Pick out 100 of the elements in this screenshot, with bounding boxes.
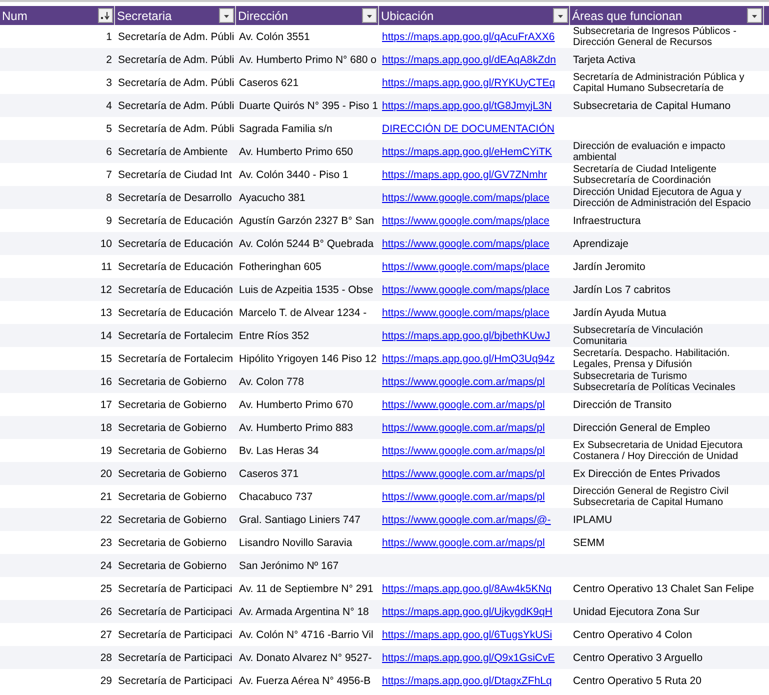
- map-link[interactable]: https://www.google.com.ar/maps/pl: [382, 444, 545, 456]
- map-link[interactable]: https://maps.app.goo.gl/qAcuFrAXX6: [382, 30, 555, 42]
- map-link[interactable]: https://maps.app.goo.gl/eHemCYiTK: [382, 146, 552, 158]
- row-number: 29: [100, 674, 112, 686]
- table-cell: Secretaria de Gobierno: [118, 422, 227, 434]
- row-number: 5: [106, 122, 112, 134]
- table-cell: Av. Humberto Primo 670: [239, 398, 353, 410]
- map-link[interactable]: https://maps.app.goo.gl/Q9x1GsiCvE: [382, 652, 555, 664]
- map-link[interactable]: DIRECCIÓN DE DOCUMENTACIÓN: [382, 122, 554, 134]
- row-number: 21: [100, 490, 112, 502]
- row-number: 20: [100, 468, 112, 480]
- table-cell: Jardín Los 7 cabritos: [573, 284, 670, 296]
- map-link[interactable]: https://maps.app.goo.gl/HmQ3Uq94z: [382, 352, 555, 364]
- map-link[interactable]: https://www.google.com.ar/maps/@-: [382, 514, 551, 526]
- sort-filter-button[interactable]: [98, 8, 113, 23]
- filter-button[interactable]: [747, 8, 762, 23]
- row-number: 28: [100, 652, 112, 664]
- map-link[interactable]: https://www.google.com/maps/place: [382, 260, 550, 272]
- row-number: 6: [106, 146, 112, 158]
- map-link[interactable]: https://maps.app.goo.gl/dEAqA8kZdn: [382, 54, 556, 66]
- table-cell: Secretaria de Gobierno: [118, 376, 227, 388]
- table-cell: Secretaría de Ciudad Int: [118, 168, 232, 180]
- map-link[interactable]: https://www.google.com.ar/maps/pl: [382, 398, 545, 410]
- map-link[interactable]: https://www.google.com/maps/place: [382, 192, 550, 204]
- table-cell: Secretaría de Educación: [118, 306, 233, 318]
- table-cell: Jardín Jeromito: [573, 260, 646, 272]
- table-cell: Av. Colón 5244 B° Quebrada: [239, 238, 374, 250]
- table-cell: Secretaria de Gobierno: [118, 536, 227, 548]
- row-number: 17: [100, 398, 112, 410]
- table-cell: SEMM: [573, 536, 604, 548]
- table-cell: Dirección de Transito: [573, 398, 672, 410]
- table-cell: Av. Colón N° 4716 -Barrio Vil: [239, 628, 374, 640]
- table-cell: Secretaria de Gobierno: [118, 444, 227, 456]
- row-number: 8: [106, 192, 112, 204]
- row-number: 12: [100, 284, 112, 296]
- table-cell: Sagrada Familia s/n: [239, 122, 332, 134]
- table-cell: Lisandro Novillo Saravia: [239, 536, 352, 548]
- table-cell: Secretaría de Ambiente: [118, 146, 228, 158]
- table-cell: Unidad Ejecutora Zona Sur: [573, 606, 700, 618]
- row-number: 1: [106, 30, 112, 42]
- table-cell: Chacabuco 737: [239, 490, 313, 502]
- table-cell: Secretaría de Administración Pública y Capital Humano Subsecretaría de: [573, 72, 744, 94]
- table-cell: Secretaría de Desarrollo: [118, 192, 232, 204]
- table-cell: Secretaría de Educación: [118, 238, 233, 250]
- table-cell: Secretaría de Fortalecim: [118, 352, 233, 364]
- row-number: 7: [106, 168, 112, 180]
- map-link[interactable]: https://www.google.com.ar/maps/pl: [382, 376, 545, 388]
- table-cell: Secretaría de Educación: [118, 214, 233, 226]
- table-cell: Av. Humberto Primo 650: [239, 146, 353, 158]
- table-cell: Secretaría de Participaci: [118, 652, 232, 664]
- map-link[interactable]: https://www.google.com.ar/maps/pl: [382, 422, 545, 434]
- map-link[interactable]: https://www.google.com.ar/maps/pl: [382, 490, 545, 502]
- table-cell: Centro Operativo 3 Arguello: [573, 652, 703, 664]
- table-cell: Secretaria de Gobierno: [118, 560, 227, 572]
- table-cell: Hipólito Yrigoyen 146 Piso 12: [239, 352, 377, 364]
- filter-button[interactable]: [219, 8, 234, 23]
- map-link[interactable]: https://maps.app.goo.gl/UjkygdK9qH: [382, 606, 552, 618]
- table-cell: Subsecretaria de Turismo Subsecretaría de Políticas Vecinales: [573, 370, 736, 392]
- column-header: Ubicación: [381, 8, 434, 22]
- table-cell: Entre Ríos 352: [239, 330, 310, 342]
- table-cell: Dirección General de Registro Civil Subsecretaria de Capital Humano: [573, 486, 729, 508]
- table-cell: Av. Armada Argentina N° 18: [239, 606, 369, 618]
- table-cell: Av. Colón 3551: [239, 30, 310, 42]
- filter-button[interactable]: [553, 8, 568, 23]
- table-cell: Jardín Ayuda Mutua: [573, 306, 666, 318]
- table-cell: Bv. Las Heras 34: [239, 444, 319, 456]
- table-cell: Ex Subsecretaria de Unidad Ejecutora Costanera / Hoy Dirección de Unidad: [573, 440, 743, 462]
- table-cell: Subsecretaria de Capital Humano: [573, 100, 731, 112]
- table-cell: Secretaría de Educación: [118, 284, 233, 296]
- table-cell: Secretaría de Educación: [118, 260, 233, 272]
- map-link[interactable]: https://maps.app.goo.gl/6TugsYkUSi: [382, 628, 552, 640]
- row-number: 26: [100, 606, 112, 618]
- table-cell: Subsecretaría de Vinculación Comunitaria: [573, 324, 703, 346]
- map-link[interactable]: https://www.google.com/maps/place: [382, 306, 550, 318]
- map-link[interactable]: https://maps.app.goo.gl/tG8JmyjL3N: [382, 100, 552, 112]
- map-link[interactable]: https://www.google.com.ar/maps/pl: [382, 468, 545, 480]
- row-number: 16: [100, 376, 112, 388]
- map-link[interactable]: https://maps.app.goo.gl/bjbethKUwJ: [382, 330, 550, 342]
- row-number: 24: [100, 560, 112, 572]
- map-link[interactable]: https://maps.app.goo.gl/DtagxZFhLq: [382, 674, 552, 686]
- map-link[interactable]: https://www.google.com/maps/place: [382, 284, 550, 296]
- map-link[interactable]: https://www.google.com/maps/place: [382, 214, 550, 226]
- filter-button[interactable]: [362, 8, 377, 23]
- table-cell: Secretaría de Adm. Públi: [118, 54, 234, 66]
- table-cell: Centro Operativo 4 Colon: [573, 628, 692, 640]
- table-cell: Aprendizaje: [573, 238, 628, 250]
- table-cell: Secretaría de Participaci: [118, 606, 232, 618]
- table-cell: Ayacucho 381: [239, 192, 306, 204]
- map-link[interactable]: https://www.google.com.ar/maps/pl: [382, 536, 545, 548]
- row-number: 10: [100, 238, 112, 250]
- row-number: 4: [106, 100, 112, 112]
- table-cell: Secretaría de Fortalecim: [118, 330, 233, 342]
- table-cell: Secretaría de Participaci: [118, 674, 232, 686]
- table-cell: San Jerónimo Nº 167: [239, 560, 339, 572]
- table-cell: Agustín Garzón 2327 B° San: [239, 214, 374, 226]
- map-link[interactable]: https://maps.app.goo.gl/GV7ZNmhr: [382, 168, 548, 180]
- map-link[interactable]: https://maps.app.goo.gl/RYKUyCTEq: [382, 76, 556, 88]
- map-link[interactable]: https://www.google.com/maps/place: [382, 238, 550, 250]
- map-link[interactable]: https://maps.app.goo.gl/8Aw4k5KNq: [382, 582, 552, 594]
- table-cell: Dirección de evaluación e impacto ambiental: [573, 140, 726, 162]
